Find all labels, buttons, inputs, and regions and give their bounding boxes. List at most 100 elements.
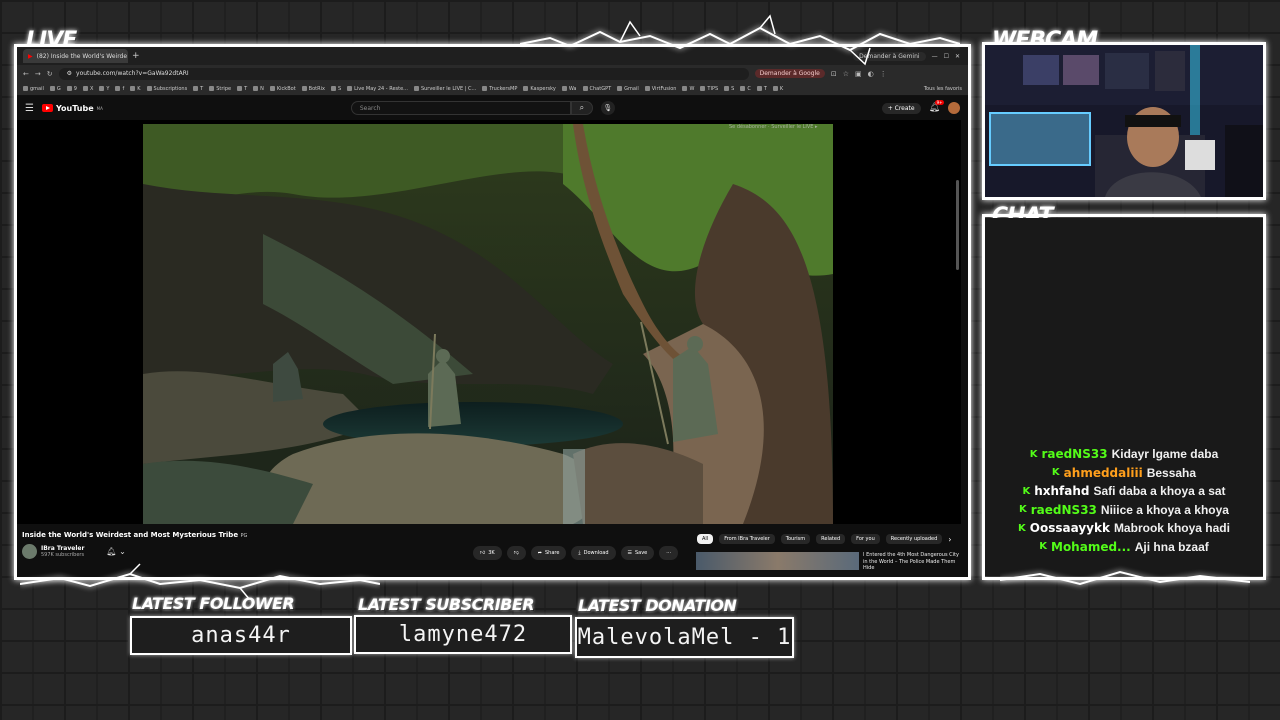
chip-1[interactable]: From IBra Traveler	[719, 534, 775, 544]
recommended-video[interactable]: I Entered the 4th Most Dangerous City in…	[696, 552, 963, 572]
all-bookmarks-button[interactable]: Tous les favoris	[924, 86, 962, 92]
bookmark-favicon-icon	[413, 86, 419, 91]
notifications-button[interactable]: 🔔︎ 9+	[929, 100, 945, 113]
bookmark-label: N	[260, 85, 264, 92]
bookmark-favicon-icon	[772, 86, 778, 91]
minimize-icon[interactable]: —	[932, 53, 938, 60]
bookmark-item[interactable]: G	[49, 86, 61, 92]
bookmark-item[interactable]: Subscriptions	[146, 85, 188, 92]
more-actions-button[interactable]: ···	[659, 546, 679, 560]
chip-5[interactable]: Recently uploaded	[885, 534, 943, 544]
bookmark-item[interactable]: K	[130, 86, 141, 92]
new-tab-icon[interactable]: +	[132, 51, 140, 61]
bookmark-item[interactable]: T	[193, 86, 203, 92]
bookmark-item[interactable]: Wa	[561, 86, 577, 92]
latest-follower-box: anas44r	[130, 616, 352, 655]
bookmark-item[interactable]: Kaspersky	[523, 86, 556, 92]
url-field[interactable]: ⚙ youtube.com/watch?v=GaWa92dtARI	[58, 67, 749, 80]
bookmark-item[interactable]: Live May 24 - Reste...	[347, 86, 408, 92]
kick-badge-icon: K	[1039, 541, 1047, 553]
bookmark-label: Subscriptions	[153, 85, 188, 92]
bookmark-item[interactable]: Stripe	[209, 86, 231, 92]
google-lens-button[interactable]: Demander à Google	[754, 69, 825, 78]
bookmark-item[interactable]: S	[330, 86, 341, 92]
chip-2[interactable]: Tourism	[780, 534, 811, 544]
chat-username[interactable]: raedNS33	[1041, 447, 1107, 461]
bookmark-item[interactable]: Y	[99, 86, 109, 92]
bookmark-favicon-icon	[582, 86, 588, 91]
page-scrollbar[interactable]	[956, 180, 959, 270]
bookmark-item[interactable]: K	[772, 86, 783, 92]
star-icon[interactable]: ☆	[843, 70, 849, 78]
channel-avatar[interactable]	[22, 544, 37, 559]
like-button[interactable]: 👍︎ 3K	[473, 546, 502, 560]
chat-username[interactable]: Mohamed...	[1051, 540, 1131, 554]
bookmark-item[interactable]: KickBot	[269, 86, 296, 92]
bookmark-item[interactable]: TIPS	[700, 86, 718, 92]
bookmark-item[interactable]: f	[115, 86, 124, 92]
maximize-icon[interactable]: ☐	[944, 53, 949, 60]
bookmark-item[interactable]: TruckersMP	[482, 86, 517, 92]
chip-3[interactable]: Related	[816, 534, 846, 544]
chat-text: Kidayr lgame daba	[1111, 447, 1219, 462]
bookmark-item[interactable]: T	[756, 86, 767, 92]
site-info-icon[interactable]: ⚙	[67, 70, 72, 77]
install-icon[interactable]: ⊡	[831, 70, 837, 78]
bookmark-favicon-icon	[756, 86, 762, 91]
dislike-button[interactable]: 👎︎	[506, 546, 526, 560]
bookmark-favicon-icon	[115, 86, 121, 91]
bookmark-item[interactable]: X	[82, 86, 93, 92]
bookmark-item[interactable]: W	[682, 86, 694, 92]
bookmark-favicon-icon	[523, 86, 529, 91]
youtube-logo[interactable]: YouTube MA	[41, 104, 103, 113]
search-button[interactable]: ⌕	[570, 101, 593, 115]
voice-search-button[interactable]: 🎙	[600, 101, 615, 115]
chat-username[interactable]: Oossaayykk	[1030, 521, 1110, 535]
bookmark-label: ChatGPT	[589, 85, 612, 92]
download-button[interactable]: ⤓ Download	[571, 546, 616, 560]
account-avatar[interactable]	[948, 102, 960, 114]
search-input[interactable]: Search	[350, 101, 571, 115]
chat-username[interactable]: raedNS33	[1031, 503, 1097, 517]
menu-icon[interactable]: ⋮	[880, 70, 887, 78]
bookmark-item[interactable]: C	[740, 86, 751, 92]
forward-icon[interactable]: →	[35, 70, 41, 78]
bookmark-item[interactable]: VirtFusion	[644, 85, 677, 92]
hamburger-menu-icon[interactable]: ☰	[25, 103, 34, 114]
chip-0[interactable]: All	[697, 534, 714, 544]
bookmark-label: Y	[106, 85, 110, 92]
profile-icon[interactable]: ◐	[868, 70, 874, 78]
chat-username[interactable]: ahmeddaliii	[1064, 466, 1143, 480]
recommended-title[interactable]: I Entered the 4th Most Dangerous City in…	[863, 552, 963, 572]
bookmark-item[interactable]: Surveiller le LIVE | C...	[413, 86, 476, 92]
channel-name[interactable]: IBra Traveler	[41, 545, 84, 552]
close-window-icon[interactable]: ✕	[955, 53, 960, 60]
chat-username[interactable]: hxhfahd	[1034, 484, 1089, 498]
chevron-right-icon[interactable]: ›	[948, 535, 951, 544]
bookmark-item[interactable]: N	[253, 86, 264, 92]
bookmark-item[interactable]: gmail	[23, 86, 44, 92]
extension-icon[interactable]: ▣	[855, 70, 862, 78]
download-label: Download	[583, 550, 609, 556]
recommended-thumbnail[interactable]	[696, 552, 859, 570]
chip-4[interactable]: For you	[851, 534, 880, 544]
bookmark-item[interactable]: S	[724, 86, 734, 92]
youtube-header: ☰ YouTube MA Search ⌕ 🎙 + Create 🔔︎ 9+	[17, 96, 968, 120]
gemini-button[interactable]: Demander à Gemini	[853, 51, 926, 61]
share-button[interactable]: ➦ Share	[530, 546, 567, 560]
video-player[interactable]: Se désabonner · Surveiller le LIVE ▸	[17, 120, 961, 524]
bookmark-label: S	[731, 85, 735, 92]
bookmark-item[interactable]: T	[237, 86, 247, 92]
subscribe-bell-icon[interactable]: 🔔︎ ⌄	[106, 547, 125, 556]
bookmark-item[interactable]: Gmail	[617, 86, 639, 92]
save-button[interactable]: ☰ Save	[620, 546, 655, 560]
bookmark-label: VirtFusion	[651, 85, 677, 92]
bookmark-favicon-icon	[23, 86, 28, 91]
back-icon[interactable]: ←	[23, 70, 29, 78]
reload-icon[interactable]: ↻	[47, 70, 53, 78]
browser-tab[interactable]: ▶ (82) Inside the World's Weirde ✕	[23, 49, 128, 63]
bookmark-item[interactable]: 9	[66, 86, 77, 92]
bookmark-item[interactable]: ChatGPT	[582, 85, 612, 92]
create-button[interactable]: + Create	[881, 102, 921, 114]
bookmark-item[interactable]: BotRix	[301, 86, 325, 92]
